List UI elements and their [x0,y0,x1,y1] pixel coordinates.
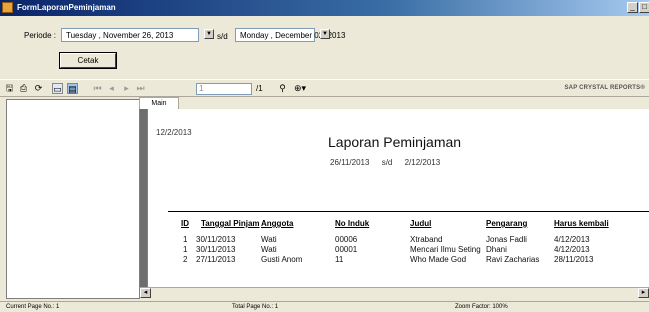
cell-no-induk: 11 [335,255,344,264]
end-date-dropdown[interactable]: ▼ [318,28,330,42]
first-page-icon[interactable]: ⏮ [92,83,103,94]
start-date-value: Tuesday , November 26, 2013 [66,31,174,40]
periode-label: Periode : [24,31,57,40]
report-title: Laporan Peminjaman [328,134,462,150]
maximize-button[interactable]: □ [639,2,649,13]
report-print-date: 12/2/2013 [156,128,192,137]
next-page-icon[interactable]: ▸ [121,83,132,94]
chevron-down-icon: ▼ [204,29,214,39]
table-rule [168,211,649,212]
cell-tanggal-pinjam: 27/11/2013 [196,255,236,264]
minimize-button[interactable]: _ [627,2,638,13]
cell-judul: Mencari Ilmu Seting [410,245,481,254]
status-bar: Current Page No.: 1 Total Page No.: 1 Zo… [0,301,649,312]
cell-id: 2 [183,255,188,264]
status-current-page: Current Page No.: 1 [6,304,60,310]
cell-harus-kembali: 28/11/2013 [554,255,594,264]
report-viewer[interactable]: 12/2/2013 Laporan Peminjaman 26/11/2013 … [140,109,649,287]
find-text-icon[interactable]: ⚲ [277,83,288,94]
cell-anggota: Gusti Anom [261,255,303,264]
refresh-icon[interactable]: ⟳ [33,83,44,94]
cell-pengarang: Ravi Zacharias [486,255,540,264]
cell-pengarang: Jonas Fadli [486,235,527,244]
report-page: 12/2/2013 Laporan Peminjaman 26/11/2013 … [148,109,649,287]
status-total-page: Total Page No.: 1 [232,304,279,310]
window-titlebar: FormLaporanPeminjaman _ □ [0,0,649,16]
report-period: 26/11/2013 s/d 2/12/2013 [330,158,450,167]
window-title: FormLaporanPeminjaman [17,3,116,12]
scroll-right-icon[interactable]: ▸ [638,288,649,298]
column-header-harus-kembali: Harus kembali [554,219,609,228]
column-header-judul: Judul [410,219,432,228]
tab-main-report[interactable]: Main Report [139,97,179,118]
period-to: 2/12/2013 [404,158,441,167]
group-tree-panel[interactable] [6,99,140,299]
cell-judul: Who Made God [410,255,467,264]
cell-id: 1 [183,245,188,254]
cell-tanggal-pinjam: 30/11/2013 [196,245,236,254]
scroll-left-icon[interactable]: ◂ [140,288,151,298]
column-header-no-induk: No Induk [335,219,370,228]
cetak-button[interactable]: Cetak [59,52,117,69]
sd-label: s/d [217,32,228,41]
app-icon [2,2,13,13]
export-icon[interactable]: 🖫 [4,83,15,94]
cell-pengarang: Dhani [486,245,507,254]
zoom-icon[interactable]: ⊕▾ [292,83,308,94]
cell-no-induk: 00001 [335,245,358,254]
period-sd: s/d [381,158,393,167]
last-page-icon[interactable]: ⏭ [135,83,146,94]
column-header-anggota: Anggota [261,219,294,228]
page-total-label: /1 [256,84,263,93]
column-header-id: ID [181,219,189,228]
period-from: 26/11/2013 [330,158,370,167]
previous-page-icon[interactable]: ◂ [106,83,117,94]
chevron-down-icon: ▼ [320,29,330,39]
cell-no-induk: 00006 [335,235,358,244]
status-zoom: Zoom Factor: 100% [455,304,508,310]
page-number-input[interactable]: 1 [196,83,252,95]
report-toolbar: 🖫 ⎙ ⟳ ▭ ▤ ⏮ ◂ ▸ ⏭ 1 /1 ⚲ ⊕▾ SAP CRYSTAL … [0,79,649,97]
column-header-tanggal-pinjam: Tanggal Pinjam [201,219,260,228]
cell-harus-kembali: 4/12/2013 [554,235,590,244]
cell-judul: Xtraband [410,235,443,244]
print-icon[interactable]: ⎙ [18,83,29,94]
page-shadow [140,109,147,287]
filter-panel: Periode : Tuesday , November 26, 2013 ▼ … [0,16,649,78]
cell-anggota: Wati [261,245,277,254]
cell-id: 1 [183,235,188,244]
end-date-picker[interactable]: Monday , December 02, 2013 [235,28,345,42]
sap-crystal-reports-logo: SAP CRYSTAL REPORTS® [564,85,645,91]
cell-harus-kembali: 4/12/2013 [554,245,590,254]
column-header-pengarang: Pengarang [486,219,528,228]
cell-anggota: Wati [261,235,277,244]
start-date-picker[interactable]: Tuesday , November 26, 2013 [61,28,199,42]
toggle-group-tree-icon[interactable]: ▤ [67,83,78,94]
toggle-parameter-panel-icon[interactable]: ▭ [52,83,63,94]
start-date-dropdown[interactable]: ▼ [202,28,214,42]
cell-tanggal-pinjam: 30/11/2013 [196,235,236,244]
horizontal-scrollbar[interactable]: ◂ ▸ [140,287,649,298]
